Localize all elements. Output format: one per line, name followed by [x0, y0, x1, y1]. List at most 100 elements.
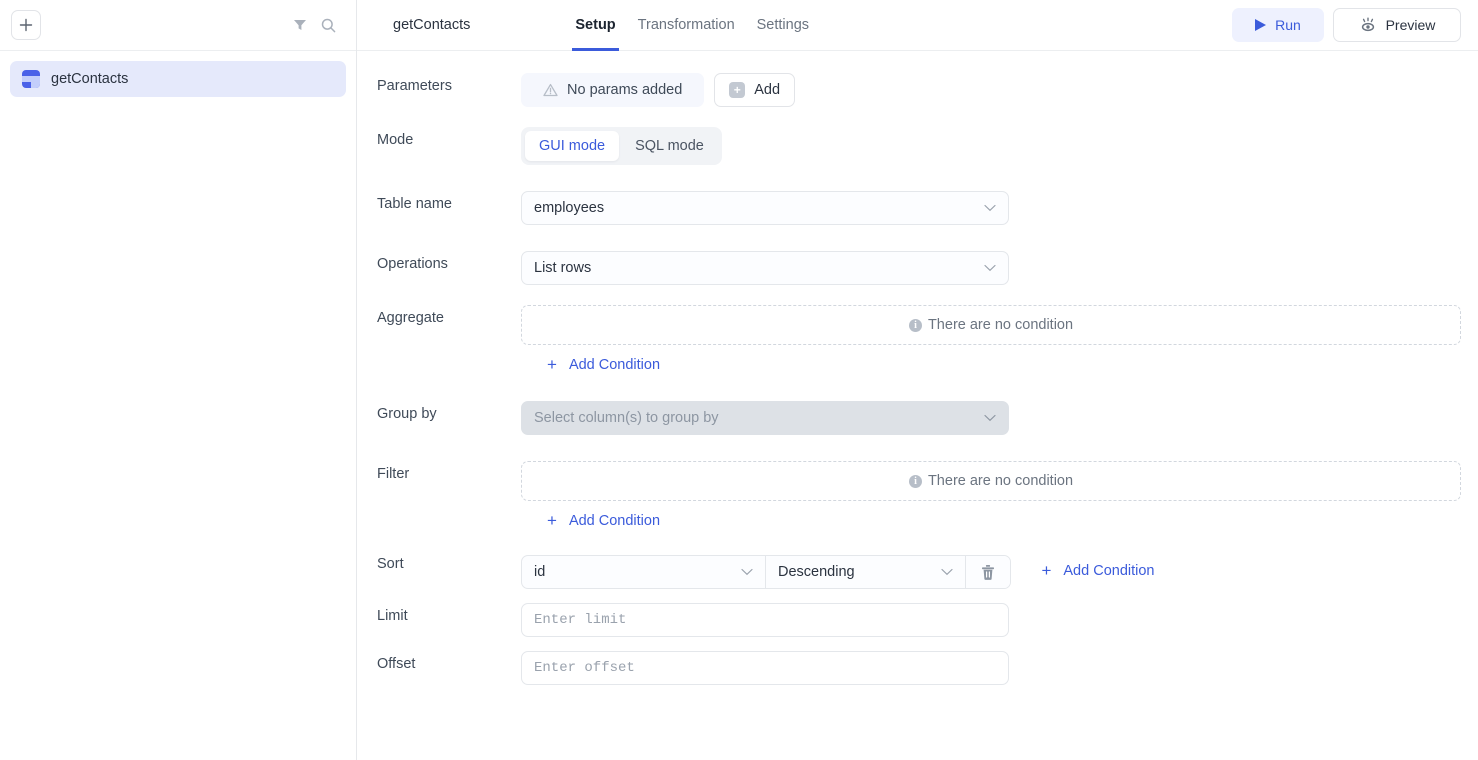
tab-settings-label: Settings [756, 17, 810, 33]
limit-row: Limit Enter limit [377, 603, 1462, 637]
tab-transformation[interactable]: Transformation [627, 0, 746, 51]
chevron-down-icon [741, 568, 753, 576]
play-icon [1255, 19, 1267, 31]
search-button[interactable] [314, 11, 342, 39]
operations-value: List rows [534, 260, 592, 276]
mode-field: GUI mode SQL mode [521, 127, 1462, 165]
table-name-field: employees [521, 191, 1462, 225]
filter-label: Filter [377, 466, 410, 482]
tab-settings[interactable]: Settings [746, 0, 820, 51]
main-panel: getContacts Setup Transformation Setting… [357, 0, 1478, 760]
page-title: getContacts [393, 17, 471, 33]
warning-triangle-icon [543, 83, 558, 97]
chevron-down-icon [984, 264, 996, 272]
group-by-label: Group by [377, 406, 437, 422]
sidebar: getContacts [0, 0, 357, 760]
table-name-label: Table name [377, 196, 452, 212]
filter-icon [294, 20, 306, 30]
operations-row: Operations List rows [377, 251, 1462, 285]
aggregate-empty-text: There are no condition [927, 317, 1074, 333]
filter-empty-text: There are no condition [927, 473, 1074, 489]
mode-option-gui[interactable]: GUI mode [525, 131, 620, 161]
search-icon [321, 18, 335, 32]
parameters-label: Parameters [377, 78, 452, 94]
sort-add-condition-label: Add Condition [1063, 562, 1155, 579]
parameters-row: Parameters No params added + Add [377, 73, 1462, 107]
sidebar-item-label: getContacts [51, 71, 129, 87]
preview-button[interactable]: Preview [1333, 8, 1461, 42]
mode-toggle: GUI mode SQL mode [521, 127, 722, 165]
tab-setup-label: Setup [575, 17, 616, 33]
preview-button-label: Preview [1385, 17, 1436, 33]
group-by-select[interactable]: Select column(s) to group by [521, 401, 1009, 435]
aggregate-empty-box: i There are no condition [521, 305, 1461, 345]
plus-icon: + [1041, 561, 1052, 580]
filter-button[interactable] [286, 11, 314, 39]
sort-direction-value: Descending [778, 564, 855, 580]
operations-field: List rows [521, 251, 1462, 285]
header-actions: Run Preview [1232, 8, 1461, 42]
plus-icon: + [547, 355, 557, 374]
plus-icon [19, 18, 33, 32]
mode-row: Mode GUI mode SQL mode [377, 127, 1462, 165]
tab-transformation-label: Transformation [637, 17, 735, 33]
info-circle-icon: i [908, 474, 922, 488]
group-by-row: Group by Select column(s) to group by [377, 401, 1462, 435]
group-by-placeholder: Select column(s) to group by [534, 410, 719, 426]
filter-add-condition-label: Add Condition [568, 512, 661, 529]
filter-empty-box: i There are no condition [521, 461, 1461, 501]
operations-select[interactable]: List rows [521, 251, 1009, 285]
aggregate-add-condition-label: Add Condition [568, 356, 661, 373]
parameters-field: No params added + Add [521, 73, 1462, 107]
sort-delete-button[interactable] [966, 556, 1010, 588]
operations-label: Operations [377, 256, 448, 272]
sort-label: Sort [377, 556, 404, 572]
tab-setup[interactable]: Setup [564, 0, 626, 51]
mode-option-sql-label: SQL mode [635, 138, 704, 154]
aggregate-label: Aggregate [377, 310, 444, 326]
filter-field: i There are no condition + Add Condition [521, 461, 1462, 531]
sort-direction-select[interactable]: Descending [766, 556, 966, 588]
run-button-label: Run [1275, 17, 1301, 33]
sidebar-query-list: getContacts [0, 51, 356, 97]
main-header: getContacts Setup Transformation Setting… [357, 0, 1478, 51]
add-param-label: Add [754, 82, 781, 98]
eye-icon [1361, 17, 1374, 32]
sort-add-condition-button[interactable]: + Add Condition [1015, 562, 1154, 579]
sidebar-item-getcontacts[interactable]: getContacts [10, 61, 346, 97]
aggregate-row: Aggregate i There are no condition + Add… [377, 305, 1462, 375]
mode-option-gui-label: GUI mode [539, 138, 606, 154]
sort-condition-group: id Descending [521, 555, 1011, 589]
aggregate-field: i There are no condition + Add Condition [521, 305, 1462, 375]
add-query-button[interactable] [11, 10, 41, 40]
offset-placeholder: Enter offset [534, 660, 635, 676]
run-button[interactable]: Run [1232, 8, 1324, 42]
filter-add-condition-button[interactable]: + Add Condition [521, 512, 660, 529]
sort-column-select[interactable]: id [522, 556, 766, 588]
filter-row: Filter i There are no condition + Add Co… [377, 461, 1462, 531]
table-name-row: Table name employees [377, 191, 1462, 225]
chevron-down-icon [984, 204, 996, 212]
aggregate-add-condition-button[interactable]: + Add Condition [521, 356, 660, 373]
mode-option-sql[interactable]: SQL mode [621, 131, 718, 161]
limit-input[interactable]: Enter limit [521, 603, 1009, 637]
sort-field: id Descending + Add Condition [521, 551, 1462, 589]
database-query-icon [22, 70, 40, 88]
chevron-down-icon [941, 568, 953, 576]
limit-placeholder: Enter limit [534, 612, 627, 628]
tab-bar: Setup Transformation Settings [564, 0, 820, 51]
offset-label: Offset [377, 656, 416, 672]
add-param-button[interactable]: + Add [714, 73, 796, 107]
offset-input[interactable]: Enter offset [521, 651, 1009, 685]
limit-field: Enter limit [521, 603, 1462, 637]
mode-label: Mode [377, 132, 414, 148]
table-name-select[interactable]: employees [521, 191, 1009, 225]
sort-column-value: id [534, 564, 546, 580]
